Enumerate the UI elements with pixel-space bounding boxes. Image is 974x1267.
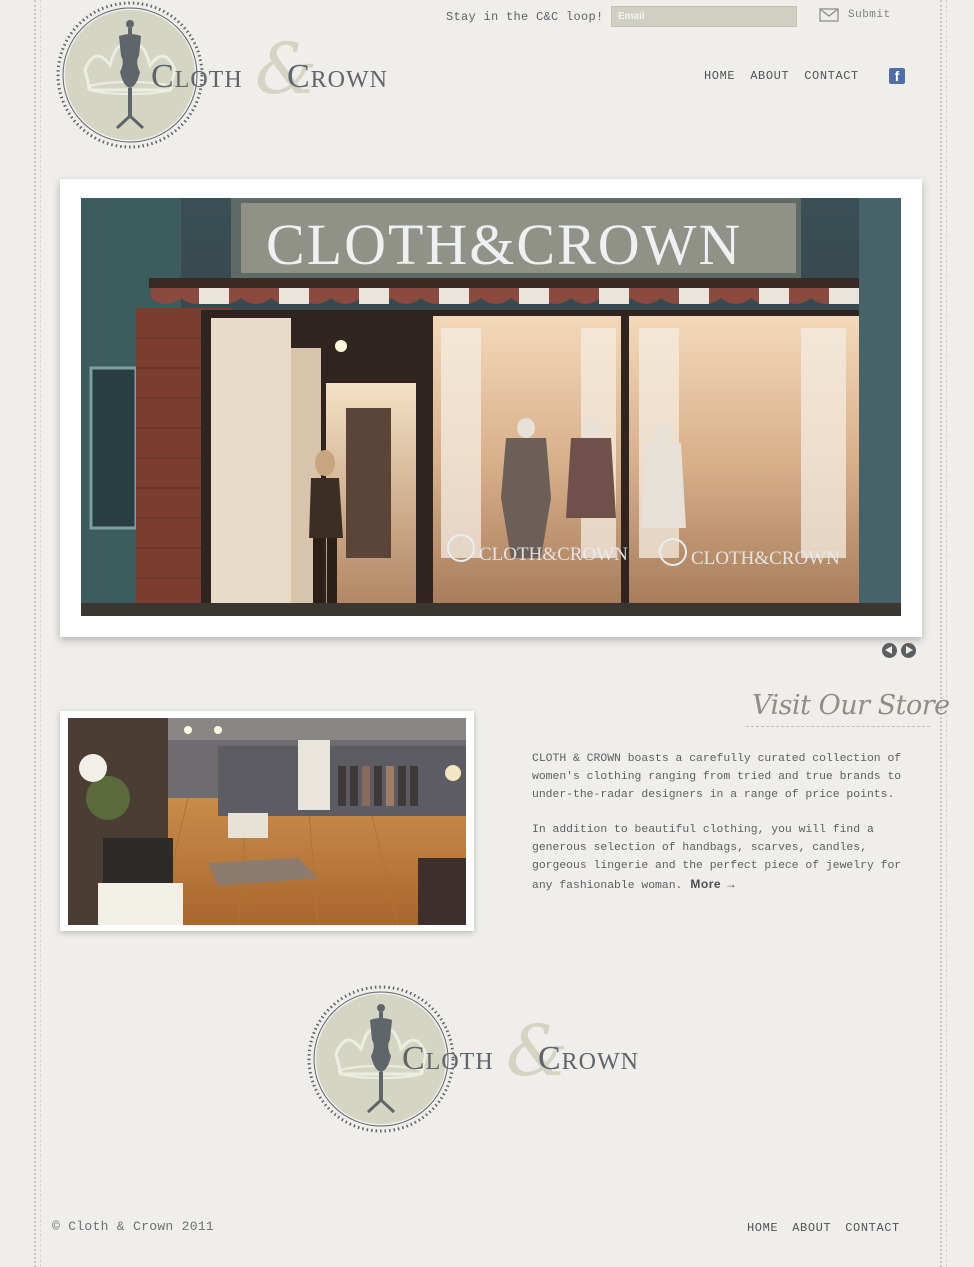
store-interior-frame (60, 711, 474, 931)
storefront-sign-text: CLOTH&CROWN (266, 212, 742, 277)
main-nav: HOME ABOUT CONTACT (704, 69, 859, 83)
slideshow-controls (882, 643, 916, 658)
header-logo[interactable]: & Cloth Crown (55, 0, 415, 150)
store-paragraph-1: CLOTH & CROWN boasts a carefully curated… (532, 753, 902, 801)
footer-nav: HOME ABOUT CONTACT (747, 1221, 900, 1235)
storefront-photo: CLOTH&CROWN CLOTH&CROWN CLOTH&CROWN (81, 198, 901, 616)
window-lettering-right: CLOTH&CROWN (691, 548, 840, 569)
envelope-icon (819, 8, 839, 22)
footer-contact-link[interactable]: CONTACT (845, 1221, 900, 1235)
newsletter-signup: Stay in the C&C loop! Submit (446, 6, 890, 28)
nav-contact-link[interactable]: CONTACT (804, 69, 859, 83)
logo-word-crown: Crown (538, 1040, 640, 1077)
footer-logo[interactable]: & Cloth Crown (306, 984, 666, 1134)
footer-home-link[interactable]: HOME (747, 1221, 778, 1235)
heading-divider (746, 726, 930, 727)
more-link[interactable]: More → (690, 877, 737, 891)
store-description: CLOTH & CROWN boasts a carefully curated… (532, 750, 920, 912)
store-interior-photo (68, 718, 466, 925)
footer-about-link[interactable]: ABOUT (792, 1221, 831, 1235)
facebook-icon[interactable]: f (889, 68, 905, 84)
submit-button[interactable]: Submit (819, 8, 891, 22)
page-border-left (34, 0, 41, 1267)
email-field[interactable] (611, 6, 797, 27)
nav-about-link[interactable]: ABOUT (750, 69, 789, 83)
window-lettering-left: CLOTH&CROWN (479, 544, 628, 565)
previous-arrow-icon[interactable] (882, 643, 897, 658)
logo-word-crown: Crown (287, 58, 389, 95)
logo-word-cloth: Cloth (151, 58, 243, 95)
logo-word-cloth: Cloth (402, 1040, 494, 1077)
visit-store-heading: Visit Our Store (752, 690, 950, 721)
next-arrow-icon[interactable] (901, 643, 916, 658)
signup-prompt: Stay in the C&C loop! (446, 10, 604, 24)
submit-label: Submit (848, 9, 891, 21)
copyright-text: © Cloth & Crown 2011 (52, 1219, 215, 1234)
store-paragraph-2: In addition to beautiful clothing, you w… (532, 821, 920, 895)
nav-home-link[interactable]: HOME (704, 69, 735, 83)
hero-slideshow: CLOTH&CROWN CLOTH&CROWN CLOTH&CROWN (60, 179, 922, 637)
page-border-right (940, 0, 947, 1267)
